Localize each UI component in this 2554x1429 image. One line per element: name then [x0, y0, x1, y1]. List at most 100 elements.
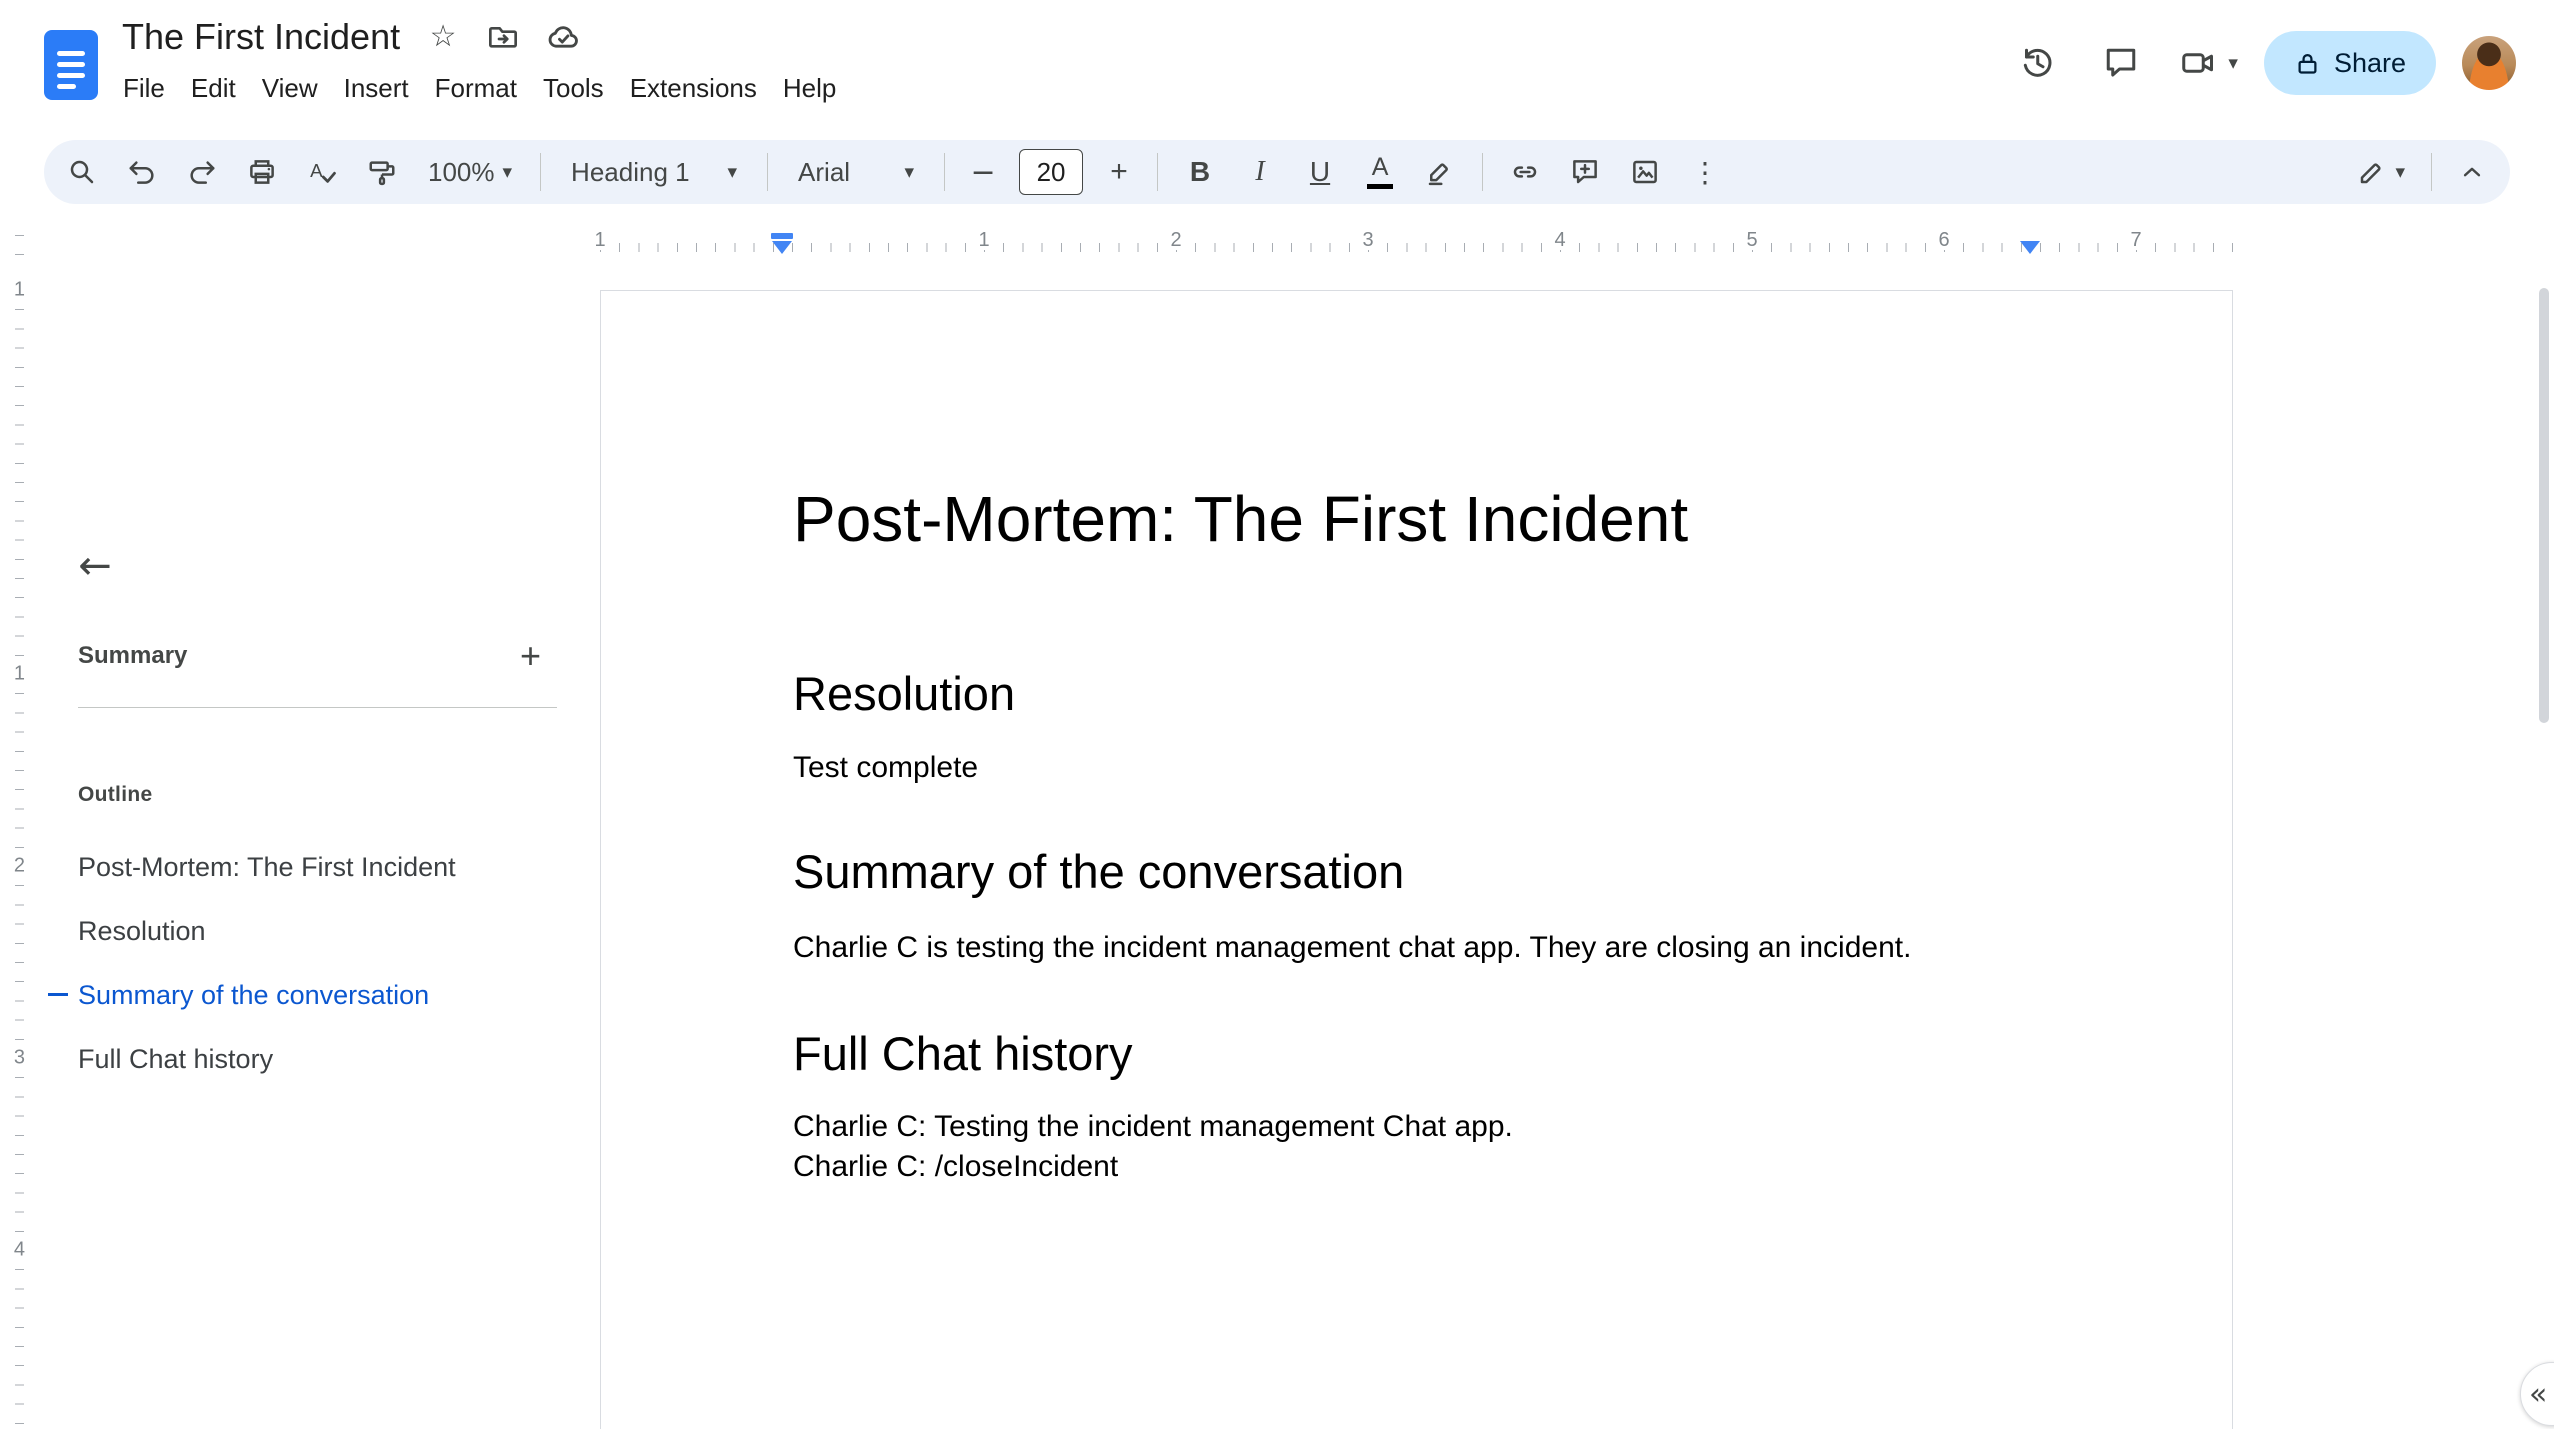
doc-heading-full-chat[interactable]: Full Chat history [793, 1026, 2040, 1082]
ruler-label: 7 [2122, 230, 2150, 250]
zoom-value: 100% [428, 156, 495, 187]
doc-heading-resolution[interactable]: Resolution [793, 666, 2040, 722]
hide-menus-button[interactable] [2448, 147, 2496, 197]
menu-extensions[interactable]: Extensions [617, 66, 770, 111]
menu-file[interactable]: File [110, 66, 178, 111]
ruler-label: 4 [13, 1232, 25, 1268]
bold-button[interactable]: B [1176, 147, 1224, 197]
document-title[interactable]: The First Incident [122, 16, 400, 58]
text-color-icon: A [1367, 155, 1394, 189]
summary-section: Summary + [78, 627, 557, 685]
toolbar-divider [2431, 153, 2432, 191]
ruler-label: 2 [1162, 230, 1190, 250]
spellcheck-button[interactable]: A [298, 147, 346, 197]
menu-view[interactable]: View [249, 66, 331, 111]
highlight-color-button[interactable] [1416, 147, 1464, 197]
doc-chat-history: Charlie C: Testing the incident manageme… [793, 1107, 2040, 1187]
outline-items: Post-Mortem: The First Incident Resoluti… [0, 835, 575, 1091]
link-icon [1513, 166, 1537, 178]
menu-tools[interactable]: Tools [530, 66, 617, 111]
redo-button[interactable] [178, 147, 226, 197]
menu-help[interactable]: Help [770, 66, 849, 111]
more-options-button[interactable]: ⋮ [1681, 147, 1729, 197]
undo-button[interactable] [118, 147, 166, 197]
caret-down-icon: ▾ [2228, 51, 2238, 74]
close-outline-button[interactable]: ← [66, 537, 124, 595]
document-page[interactable]: Post-Mortem: The First Incident Resoluti… [600, 290, 2233, 1429]
first-line-indent-marker[interactable] [771, 233, 793, 239]
account-avatar[interactable] [2462, 36, 2516, 90]
outline-item[interactable]: Resolution [0, 899, 575, 963]
underline-button[interactable]: U [1296, 147, 1344, 197]
add-comment-button[interactable] [1561, 147, 1609, 197]
doc-paragraph[interactable]: Test complete [793, 749, 2040, 787]
italic-button[interactable]: I [1236, 147, 1284, 197]
doc-heading-summary[interactable]: Summary of the conversation [793, 844, 2040, 900]
print-button[interactable] [238, 147, 286, 197]
paint-format-button[interactable] [358, 147, 406, 197]
toolbar: A 100% ▾ Heading 1 ▾ Arial ▾ − 20 + B I … [44, 140, 2510, 204]
doc-heading-title[interactable]: Post-Mortem: The First Incident [793, 481, 2040, 558]
spellcheck-icon: A [310, 160, 336, 183]
outline-item[interactable]: Post-Mortem: The First Incident [0, 835, 575, 899]
video-call-button[interactable]: ▾ [2176, 34, 2238, 92]
ruler-label: 3 [13, 1040, 25, 1076]
toolbar-divider [1157, 153, 1159, 191]
outline-title: Outline [78, 783, 153, 806]
insert-image-button[interactable] [1621, 147, 1669, 197]
cloud-saved-icon[interactable] [546, 20, 580, 54]
vertical-ruler: 1 1 2 3 4 [0, 222, 26, 1429]
ruler-label: 6 [1930, 230, 1958, 250]
share-button-label: Share [2333, 47, 2406, 78]
caret-down-icon: ▾ [904, 160, 915, 183]
zoom-select[interactable]: 100% ▾ [418, 147, 522, 197]
toolbar-divider [944, 153, 946, 191]
panel-divider [78, 707, 557, 708]
ruler-label: 2 [13, 848, 25, 884]
paragraph-style-select[interactable]: Heading 1 ▾ [559, 147, 749, 197]
lock-icon [2298, 53, 2317, 74]
move-folder-icon[interactable] [486, 20, 520, 54]
add-summary-button[interactable]: + [520, 638, 541, 674]
menu-format[interactable]: Format [422, 66, 530, 111]
decrease-font-size-button[interactable]: − [963, 147, 1003, 197]
left-indent-marker[interactable] [772, 241, 792, 254]
doc-chat-line[interactable]: Charlie C: Testing the incident manageme… [793, 1107, 2040, 1147]
ruler-label: 1 [13, 272, 25, 308]
outline-panel: ← Summary + Outline Post-Mortem: The Fir… [0, 255, 585, 1429]
chevron-up-icon [2463, 167, 2481, 177]
paint-roller-icon [369, 161, 395, 186]
doc-chat-line[interactable]: Charlie C: /closeIncident [793, 1147, 2040, 1187]
text-color-button[interactable]: A [1356, 147, 1404, 197]
font-size-input[interactable]: 20 [1019, 149, 1084, 195]
print-icon [250, 160, 274, 184]
share-button[interactable]: Share [2263, 31, 2436, 95]
summary-title: Summary [78, 642, 188, 669]
top-bar: The First Incident ☆ File Edit View Inse… [0, 0, 2554, 134]
ruler-label: 3 [1354, 230, 1382, 250]
editing-mode-select[interactable]: ▾ [2347, 147, 2415, 197]
right-indent-marker[interactable] [2020, 241, 2040, 254]
google-docs-logo-icon[interactable] [44, 30, 98, 100]
doc-paragraph[interactable]: Charlie C is testing the incident manage… [793, 929, 2040, 967]
outline-item-active[interactable]: Summary of the conversation [0, 963, 575, 1027]
insert-link-button[interactable] [1501, 147, 1549, 197]
outline-item[interactable]: Full Chat history [0, 1027, 575, 1091]
search-menus-button[interactable] [58, 147, 106, 197]
ruler-label: 4 [1546, 230, 1574, 250]
menu-insert[interactable]: Insert [331, 66, 422, 111]
menu-edit[interactable]: Edit [178, 66, 249, 111]
ruler-ticks [585, 243, 2235, 252]
horizontal-ruler: 1 1 2 3 4 5 6 7 [585, 216, 2545, 254]
comments-icon[interactable] [2092, 34, 2150, 92]
title-block: The First Incident ☆ File Edit View Inse… [122, 12, 849, 111]
toolbar-divider [540, 153, 542, 191]
star-icon[interactable]: ☆ [426, 20, 460, 54]
increase-font-size-button[interactable]: + [1099, 147, 1139, 197]
highlighter-icon [1428, 163, 1448, 186]
vertical-scrollbar-thumb[interactable] [2539, 288, 2549, 723]
version-history-icon[interactable] [2008, 34, 2066, 92]
top-bar-actions: ▾ Share [2008, 28, 2516, 98]
font-select[interactable]: Arial ▾ [786, 147, 926, 197]
redo-icon [190, 161, 215, 184]
